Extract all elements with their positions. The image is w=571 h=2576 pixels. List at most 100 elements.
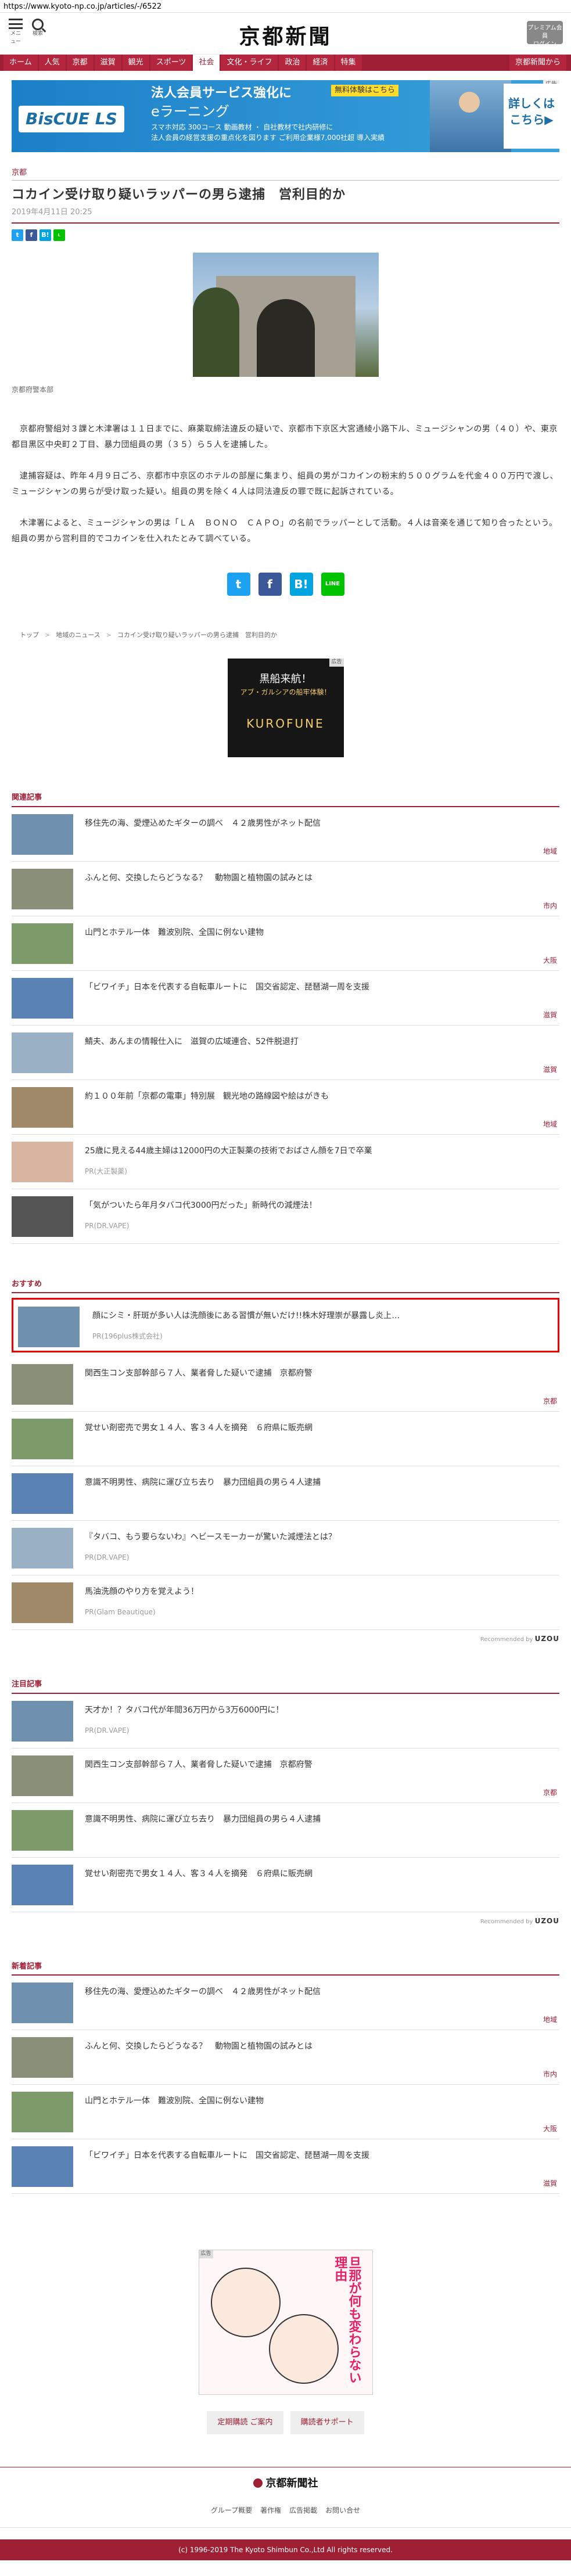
article-thumbnail bbox=[12, 1809, 73, 1851]
premium-login-button[interactable]: プレミアム会員 ログイン bbox=[527, 21, 563, 48]
recommended-articles: おすすめ 顔にシミ・肝斑が多い人は洗顔後にある習慣が無いだけ!!株木好理崇が暴露… bbox=[12, 1279, 559, 1645]
list-item[interactable]: 覚せい剤密売で男女１４人、客３４人を摘発 ６府県に販売網 bbox=[12, 1858, 559, 1912]
list-item[interactable]: 25歳に見える44歳主婦は12000円の大正製薬の技術でおばさん顔を7日で卒業 P… bbox=[12, 1135, 559, 1189]
nav-item[interactable]: ホーム bbox=[3, 55, 38, 71]
breadcrumb-item[interactable]: トップ bbox=[20, 631, 39, 641]
article-thumbnail bbox=[12, 1700, 73, 1742]
section-title: 注目記事 bbox=[12, 1679, 559, 1694]
list-item[interactable]: 「ビワイチ」日本を代表する自転車ルートに 国交省認定、琵琶湖一周を支援 滋賀 bbox=[12, 971, 559, 1026]
popular-articles: 注目記事 天才か！？タバコ代が年間36万円から3万6000円に！ PR(DR.VA… bbox=[12, 1679, 559, 1926]
nav-item[interactable]: 滋賀 bbox=[94, 55, 121, 71]
article-thumbnail bbox=[12, 1473, 73, 1514]
list-item[interactable]: 馬油洗顔のやり方を覚えよう！ PR(Glam Beautique) bbox=[12, 1575, 559, 1631]
item-title: 移住先の海、愛煙込めたギターの調べ ４２歳男性がネット配信 bbox=[85, 818, 321, 828]
item-category: 京都 bbox=[543, 1397, 557, 1406]
list-item[interactable]: 約１００年前「京都の電車」特別展 観光地の路線図や絵はがきも 地域 bbox=[12, 1080, 559, 1135]
nav-item[interactable]: 文化・ライフ bbox=[221, 55, 278, 71]
item-title: 意識不明男性、病院に運び立ち去り 暴力団組員の男ら４人逮捕 bbox=[85, 1478, 321, 1488]
article-thumbnail bbox=[12, 1141, 73, 1182]
footer-link[interactable]: 広告掲載 bbox=[289, 2505, 317, 2516]
share-buttons-top: t f B! L bbox=[12, 229, 559, 241]
mid-article-ad[interactable]: 広告 黒船来航！ アブ・ガルシアの船牢体験！ KUROFUNE bbox=[227, 659, 344, 758]
top-banner-ad[interactable]: 広告 BisCUE LS 法人会員サービス強化に eラーニング スマホ対応 30… bbox=[12, 80, 559, 152]
nav-item[interactable]: 政治 bbox=[279, 55, 306, 71]
related-articles: 関連記事 移住先の海、愛煙込めたギターの調べ ４２歳男性がネット配信 地域 ふんと何… bbox=[12, 792, 559, 1244]
site-header: メニュー 検索 京都新聞 プレミアム会員 ログイン bbox=[0, 13, 571, 55]
list-item[interactable]: 天才か！？タバコ代が年間36万円から3万6000円に！ PR(DR.VAPE) bbox=[12, 1694, 559, 1748]
powered-by[interactable]: Recommended by UZOU bbox=[12, 1916, 559, 1926]
subscribe-button[interactable]: 定期購読 ご案内 bbox=[207, 2411, 283, 2434]
nav-item[interactable]: スポーツ bbox=[150, 55, 192, 71]
banner-cta[interactable]: 詳しくは こちら▶ bbox=[504, 84, 559, 149]
list-item[interactable]: 覚せい剤密売で男女１４人、客３４人を摘発 ６府県に販売網 bbox=[12, 1412, 559, 1467]
nav-item[interactable]: 京都 bbox=[66, 55, 94, 71]
list-item[interactable]: 山門とホテル一体 難波別院、全国に例ない建物 大阪 bbox=[12, 916, 559, 971]
ad-subline: アブ・ガルシアの船牢体験！ bbox=[240, 688, 331, 697]
article-thumbnail bbox=[12, 1864, 73, 1905]
banner-detail: スマホ対応 300コース 動画教材 ・ 自社教材で社内研修に 法人会員の経営支援… bbox=[151, 123, 385, 142]
footer-logo[interactable]: 京都新聞社 bbox=[0, 2466, 571, 2491]
item-category: 大阪 bbox=[543, 956, 557, 965]
list-item[interactable]: 山門とホテル一体 難波別院、全国に例ない建物 大阪 bbox=[12, 2085, 559, 2140]
sponsor-label: PR(DR.VAPE) bbox=[85, 1553, 130, 1562]
global-nav: ホーム 人気 京都 滋賀 観光 スポーツ 社会 文化・ライフ 政治 経済 特集 京都新聞から bbox=[0, 55, 571, 71]
list-item[interactable]: ふんと何、交換したらどうなる？ 動物園と植物園の試みとは 市内 bbox=[12, 862, 559, 916]
list-item[interactable]: 意識不明男性、病院に運び立ち去り 暴力団組員の男ら４人逮捕 bbox=[12, 1466, 559, 1521]
hatena-bookmark-icon[interactable]: B! bbox=[289, 572, 313, 596]
list-item[interactable]: 「気がついたら年月タバコ代3000円だった」新時代の減煙法！ PR(DR.VAPE… bbox=[12, 1189, 559, 1244]
facebook-share-icon[interactable]: f bbox=[26, 229, 37, 241]
item-category: 大阪 bbox=[543, 2125, 557, 2134]
article-thumbnail bbox=[12, 1528, 73, 1569]
line-share-icon[interactable]: LINE bbox=[321, 572, 344, 596]
twitter-share-icon[interactable]: t bbox=[227, 572, 250, 596]
twitter-share-icon[interactable]: t bbox=[12, 229, 23, 241]
footer-link[interactable]: お問い合せ bbox=[325, 2505, 360, 2516]
site-logo[interactable]: 京都新聞 bbox=[0, 21, 571, 52]
facebook-share-icon[interactable]: f bbox=[258, 572, 282, 596]
list-item[interactable]: 移住先の海、愛煙込めたギターの調べ ４２歳男性がネット配信 地域 bbox=[12, 1976, 559, 2031]
powered-by[interactable]: Recommended by UZOU bbox=[12, 1634, 559, 1644]
bottom-manga-ad[interactable]: 広告 旦那が何も変わらない理由 bbox=[198, 2250, 373, 2395]
article-title: コカイン受け取り疑いラッパーの男ら逮捕 営利目的か bbox=[12, 187, 346, 202]
footer-link[interactable]: グループ概要 bbox=[211, 2505, 252, 2516]
item-title: 鯖夫、あんまの情報仕入に 滋賀の広域連合、52件脱退打 bbox=[85, 1037, 299, 1046]
list-item[interactable]: 関西生コン支部幹部ら７人、業者脅した疑いで逮捕 京都府警 京都 bbox=[12, 1748, 559, 1803]
list-item[interactable]: 鯖夫、あんまの情報仕入に 滋賀の広域連合、52件脱退打 滋賀 bbox=[12, 1026, 559, 1080]
article-date: 2019年4月11日 20:25 bbox=[12, 207, 559, 224]
hatena-bookmark-icon[interactable]: B! bbox=[39, 229, 51, 241]
ad-label: 広告 bbox=[329, 659, 344, 667]
nav-item[interactable]: 特集 bbox=[335, 55, 362, 71]
footer-links: グループ概要 著作権 広告掲載 お問い合せ bbox=[0, 2505, 571, 2528]
item-title: 覚せい剤密売で男女１４人、客３４人を摘発 ６府県に販売網 bbox=[85, 1423, 313, 1433]
item-title: 「ビワイチ」日本を代表する自転車ルートに 国交省認定、琵琶湖一周を支援 bbox=[85, 2151, 369, 2161]
list-item[interactable]: 「ビワイチ」日本を代表する自転車ルートに 国交省認定、琵琶湖一周を支援 滋賀 bbox=[12, 2139, 559, 2194]
list-item[interactable]: 顔にシミ・肝斑が多い人は洗顔後にある習慣が無いだけ!!株木好理崇が暴露し炎上… P… bbox=[12, 1298, 559, 1353]
photo-caption: 京都府警本部 bbox=[12, 386, 54, 394]
footer-link[interactable]: 著作権 bbox=[260, 2505, 281, 2516]
sponsor-label: PR(196plus株式会社) bbox=[92, 1332, 163, 1341]
banner-brand: BisCUE LS bbox=[19, 106, 124, 132]
item-category: 市内 bbox=[543, 901, 557, 910]
nav-item[interactable]: 社会 bbox=[193, 55, 220, 71]
list-item[interactable]: ふんと何、交換したらどうなる？ 動物園と植物園の試みとは 市内 bbox=[12, 2030, 559, 2085]
list-item[interactable]: 意識不明男性、病院に運び立ち去り 暴力団組員の男ら４人逮捕 bbox=[12, 1803, 559, 1858]
item-category: 地域 bbox=[543, 1120, 557, 1128]
list-item[interactable]: 移住先の海、愛煙込めたギターの調べ ４２歳男性がネット配信 地域 bbox=[12, 807, 559, 862]
nav-item[interactable]: 人気 bbox=[38, 55, 66, 71]
item-title: 25歳に見える44歳主婦は12000円の大正製薬の技術でおばさん顔を7日で卒業 bbox=[85, 1146, 372, 1156]
item-title: 関西生コン支部幹部ら７人、業者脅した疑いで逮捕 京都府警 bbox=[85, 1760, 313, 1769]
nav-item[interactable]: 京都新聞から bbox=[509, 55, 566, 71]
article-body: 京都府警組対３課と木津署は１１日までに、麻薬取締法違反の疑いで、京都市下京区大宮… bbox=[12, 422, 559, 547]
article-photo[interactable]: 京都府警本部 bbox=[12, 253, 559, 395]
line-share-icon[interactable]: L bbox=[53, 229, 65, 241]
address-bar[interactable]: https://www.kyoto-np.co.jp/articles/-/65… bbox=[0, 0, 571, 13]
breadcrumb-item[interactable]: 地域のニュース bbox=[56, 631, 100, 641]
nav-item[interactable]: 観光 bbox=[122, 55, 149, 71]
article-thumbnail bbox=[12, 1086, 73, 1128]
list-item[interactable]: 関西生コン支部幹部ら７人、業者脅した疑いで逮捕 京都府警 京都 bbox=[12, 1357, 559, 1412]
nav-item[interactable]: 経済 bbox=[307, 55, 334, 71]
support-button[interactable]: 購読者サポート bbox=[290, 2411, 364, 2434]
article-category[interactable]: 京都 bbox=[12, 167, 559, 181]
sponsor-label: PR(Glam Beautique) bbox=[85, 1608, 156, 1617]
list-item[interactable]: 『タバコ、もう要らないわ』ヘビースモーカーが驚いた減煙法とは？ PR(DR.VAP… bbox=[12, 1521, 559, 1576]
